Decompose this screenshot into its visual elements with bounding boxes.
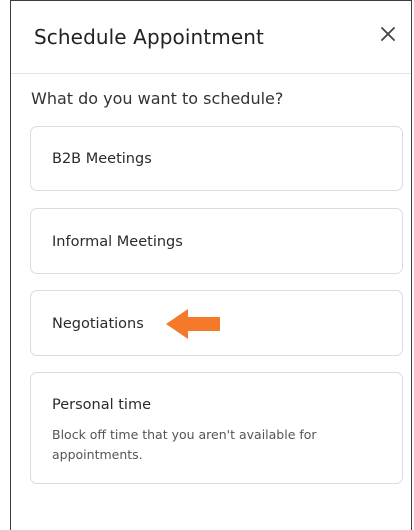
option-label: Informal Meetings bbox=[52, 234, 183, 250]
close-icon bbox=[381, 27, 395, 41]
schedule-appointment-dialog: Schedule Appointment What do you want to… bbox=[10, 0, 412, 530]
option-label: B2B Meetings bbox=[52, 151, 152, 167]
option-b2b-meetings[interactable]: B2B Meetings bbox=[30, 126, 403, 191]
option-informal-meetings[interactable]: Informal Meetings bbox=[30, 208, 403, 274]
dialog-title: Schedule Appointment bbox=[34, 25, 264, 49]
option-personal-time[interactable]: Personal time Block off time that you ar… bbox=[30, 372, 403, 484]
schedule-question: What do you want to schedule? bbox=[31, 89, 284, 108]
arrow-shape bbox=[166, 309, 220, 339]
option-label: Negotiations bbox=[52, 316, 144, 332]
close-button[interactable] bbox=[377, 23, 399, 45]
option-label: Personal time bbox=[52, 397, 152, 413]
arrow-left-icon bbox=[166, 309, 220, 339]
dialog-header: Schedule Appointment bbox=[11, 1, 411, 74]
option-description: Block off time that you aren't available… bbox=[52, 427, 317, 462]
